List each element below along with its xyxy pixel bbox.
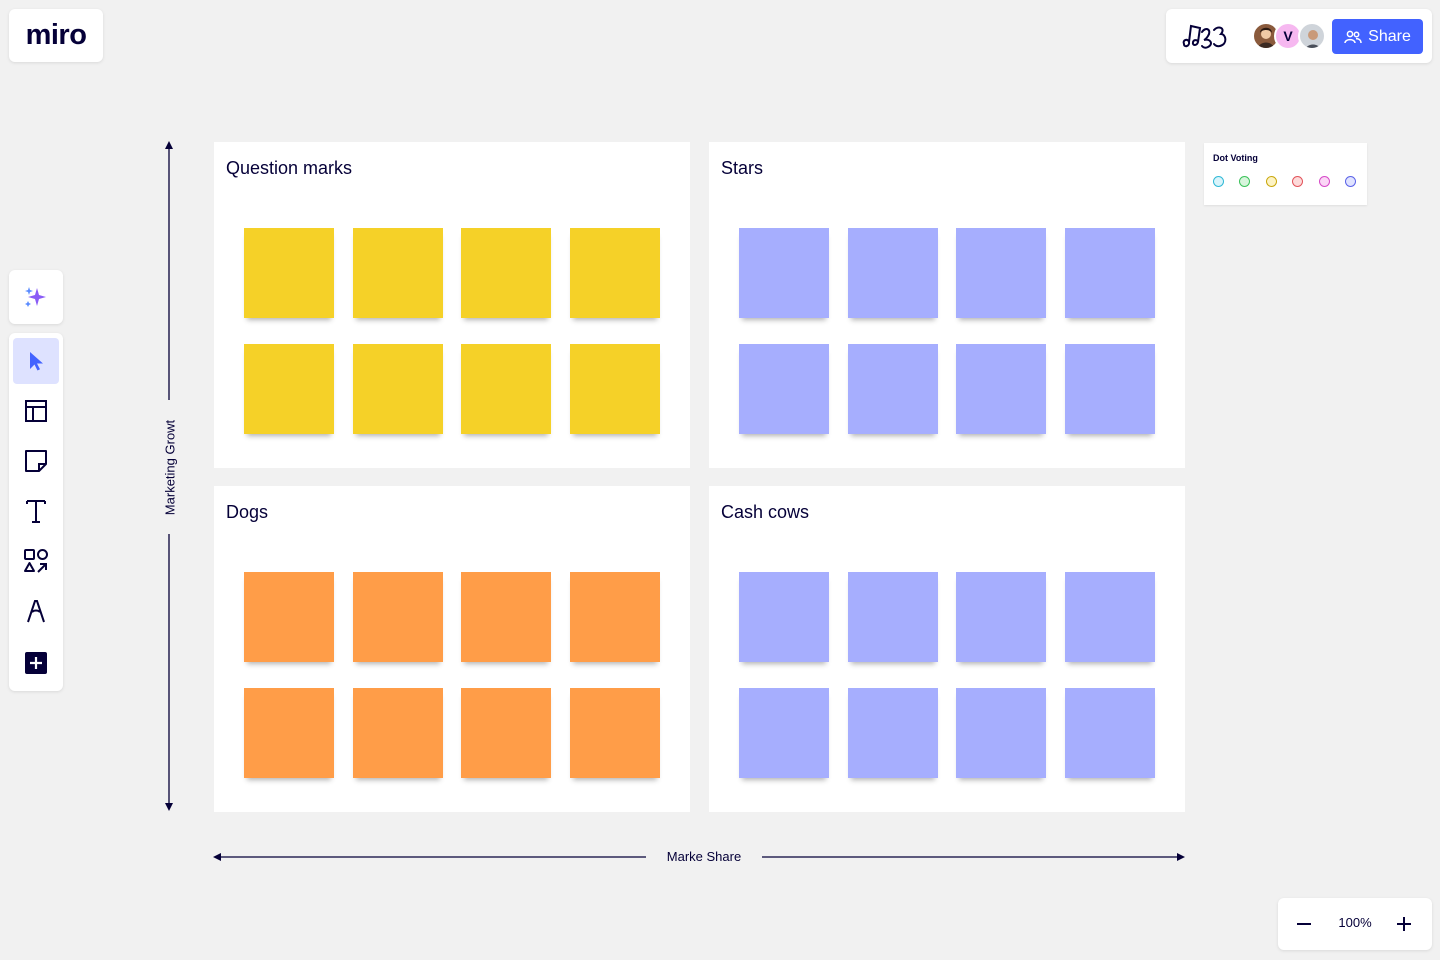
sticky-note[interactable] <box>244 344 334 434</box>
quadrant-stars[interactable]: Stars <box>709 142 1185 468</box>
sticky-note[interactable] <box>244 572 334 662</box>
sticky-note[interactable] <box>244 228 334 318</box>
sticky-note[interactable] <box>1065 688 1155 778</box>
sticky-note[interactable] <box>353 572 443 662</box>
quadrant-title: Question marks <box>226 158 353 178</box>
board-canvas[interactable]: miro V Share Marketing Growt Marke Share… <box>0 0 1440 960</box>
zoom-out-button[interactable] <box>1289 909 1319 939</box>
sticky-note[interactable] <box>956 344 1046 434</box>
dot-voting-card[interactable]: Dot Voting <box>1204 143 1367 205</box>
zoom-in-button[interactable] <box>1389 909 1419 939</box>
y-axis-label: Marketing Growt <box>162 419 178 516</box>
vote-dot-violet[interactable] <box>1345 176 1356 187</box>
sticky-note[interactable] <box>739 572 829 662</box>
zoom-controls: 100% <box>1278 898 1432 950</box>
vote-dot-red[interactable] <box>1292 176 1303 187</box>
sticky-note[interactable] <box>848 344 938 434</box>
sticky-note[interactable] <box>570 572 660 662</box>
vote-dot-yellow[interactable] <box>1266 176 1277 187</box>
sticky-note[interactable] <box>956 228 1046 318</box>
quadrant-dogs[interactable]: Dogs <box>214 486 690 812</box>
sticky-note[interactable] <box>461 228 551 318</box>
sticky-note[interactable] <box>848 688 938 778</box>
minus-icon <box>1297 923 1311 925</box>
quadrant-title: Dogs <box>226 502 269 522</box>
sticky-note[interactable] <box>353 344 443 434</box>
vote-dot-pink[interactable] <box>1319 176 1330 187</box>
sticky-note[interactable] <box>461 344 551 434</box>
sticky-note[interactable] <box>1065 572 1155 662</box>
sticky-note[interactable] <box>956 688 1046 778</box>
sticky-note[interactable] <box>739 344 829 434</box>
sticky-note[interactable] <box>244 688 334 778</box>
sticky-note[interactable] <box>353 688 443 778</box>
x-axis-label: Marke Share <box>666 849 742 864</box>
vote-dot-green[interactable] <box>1239 176 1250 187</box>
plus-icon <box>1397 917 1411 931</box>
quadrant-question-marks[interactable]: Question marks <box>214 142 690 468</box>
sticky-note[interactable] <box>353 228 443 318</box>
sticky-note[interactable] <box>739 228 829 318</box>
sticky-note[interactable] <box>461 688 551 778</box>
sticky-note[interactable] <box>848 228 938 318</box>
sticky-note[interactable] <box>1065 228 1155 318</box>
sticky-note[interactable] <box>570 344 660 434</box>
quadrant-title: Cash cows <box>721 502 810 522</box>
dot-voting-title: Dot Voting <box>1213 153 1258 163</box>
sticky-note[interactable] <box>570 688 660 778</box>
sticky-note[interactable] <box>1065 344 1155 434</box>
vote-dot-cyan[interactable] <box>1213 176 1224 187</box>
sticky-note[interactable] <box>956 572 1046 662</box>
sticky-note[interactable] <box>739 688 829 778</box>
sticky-note[interactable] <box>848 572 938 662</box>
sticky-note[interactable] <box>570 228 660 318</box>
zoom-level[interactable]: 100% <box>1330 915 1380 930</box>
sticky-note[interactable] <box>461 572 551 662</box>
quadrant-cash-cows[interactable]: Cash cows <box>709 486 1185 812</box>
quadrant-title: Stars <box>721 158 764 178</box>
